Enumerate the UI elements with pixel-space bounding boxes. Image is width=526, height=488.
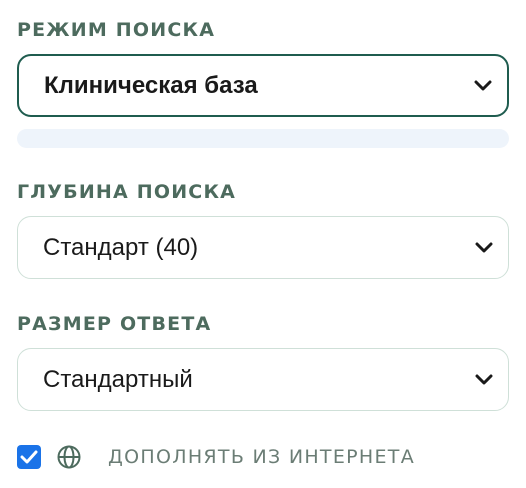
search-depth-value: Стандарт (40)	[43, 233, 199, 261]
search-mode-select[interactable]: Клиническая база	[17, 54, 509, 117]
answer-size-label: РАЗМЕР ОТВЕТА	[17, 313, 212, 335]
globe-icon	[57, 445, 81, 469]
search-depth-label: ГЛУБИНА ПОИСКА	[17, 181, 237, 203]
answer-size-value: Стандартный	[43, 365, 193, 393]
search-progress-bar	[17, 129, 509, 148]
checkmark-icon	[20, 450, 38, 464]
chevron-down-icon	[474, 241, 494, 255]
chevron-down-icon	[474, 373, 494, 387]
answer-size-select[interactable]: Стандартный	[17, 348, 509, 411]
search-mode-value: Клиническая база	[44, 71, 258, 99]
search-mode-label: РЕЖИМ ПОИСКА	[17, 19, 216, 41]
search-depth-select[interactable]: Стандарт (40)	[17, 216, 509, 279]
internet-label[interactable]: ДОПОЛНЯТЬ ИЗ ИНТЕРНЕТА	[108, 448, 415, 467]
chevron-down-icon	[473, 79, 493, 93]
internet-checkbox[interactable]	[17, 445, 41, 469]
